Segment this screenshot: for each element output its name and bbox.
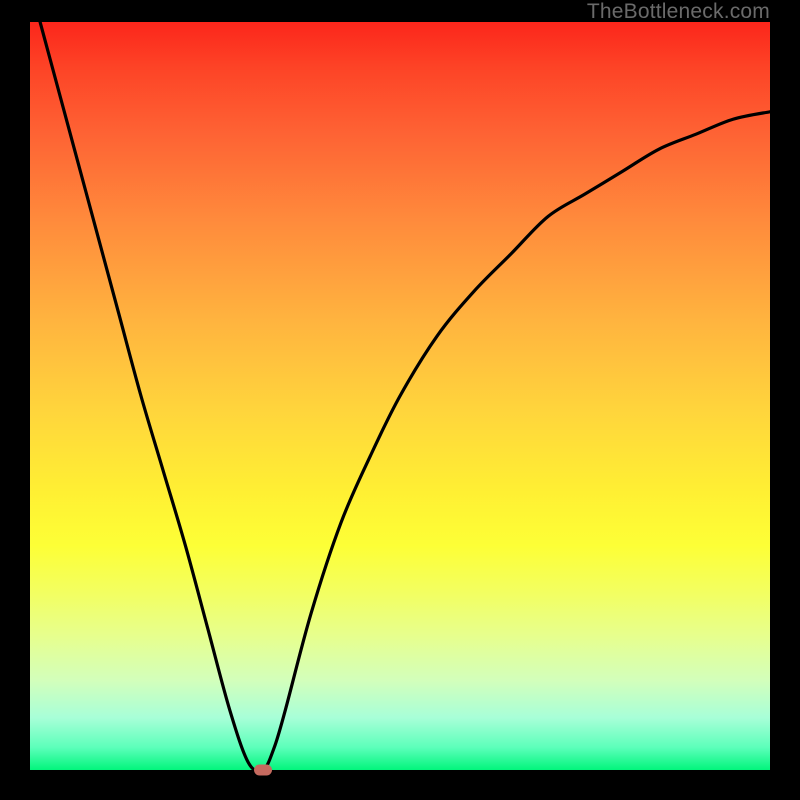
- plot-area: [30, 22, 770, 770]
- chart-frame: TheBottleneck.com: [0, 0, 800, 800]
- bottleneck-curve: [30, 22, 770, 770]
- curve-svg: [30, 22, 770, 770]
- watermark-text: TheBottleneck.com: [587, 0, 770, 24]
- optimal-point-marker: [254, 765, 272, 776]
